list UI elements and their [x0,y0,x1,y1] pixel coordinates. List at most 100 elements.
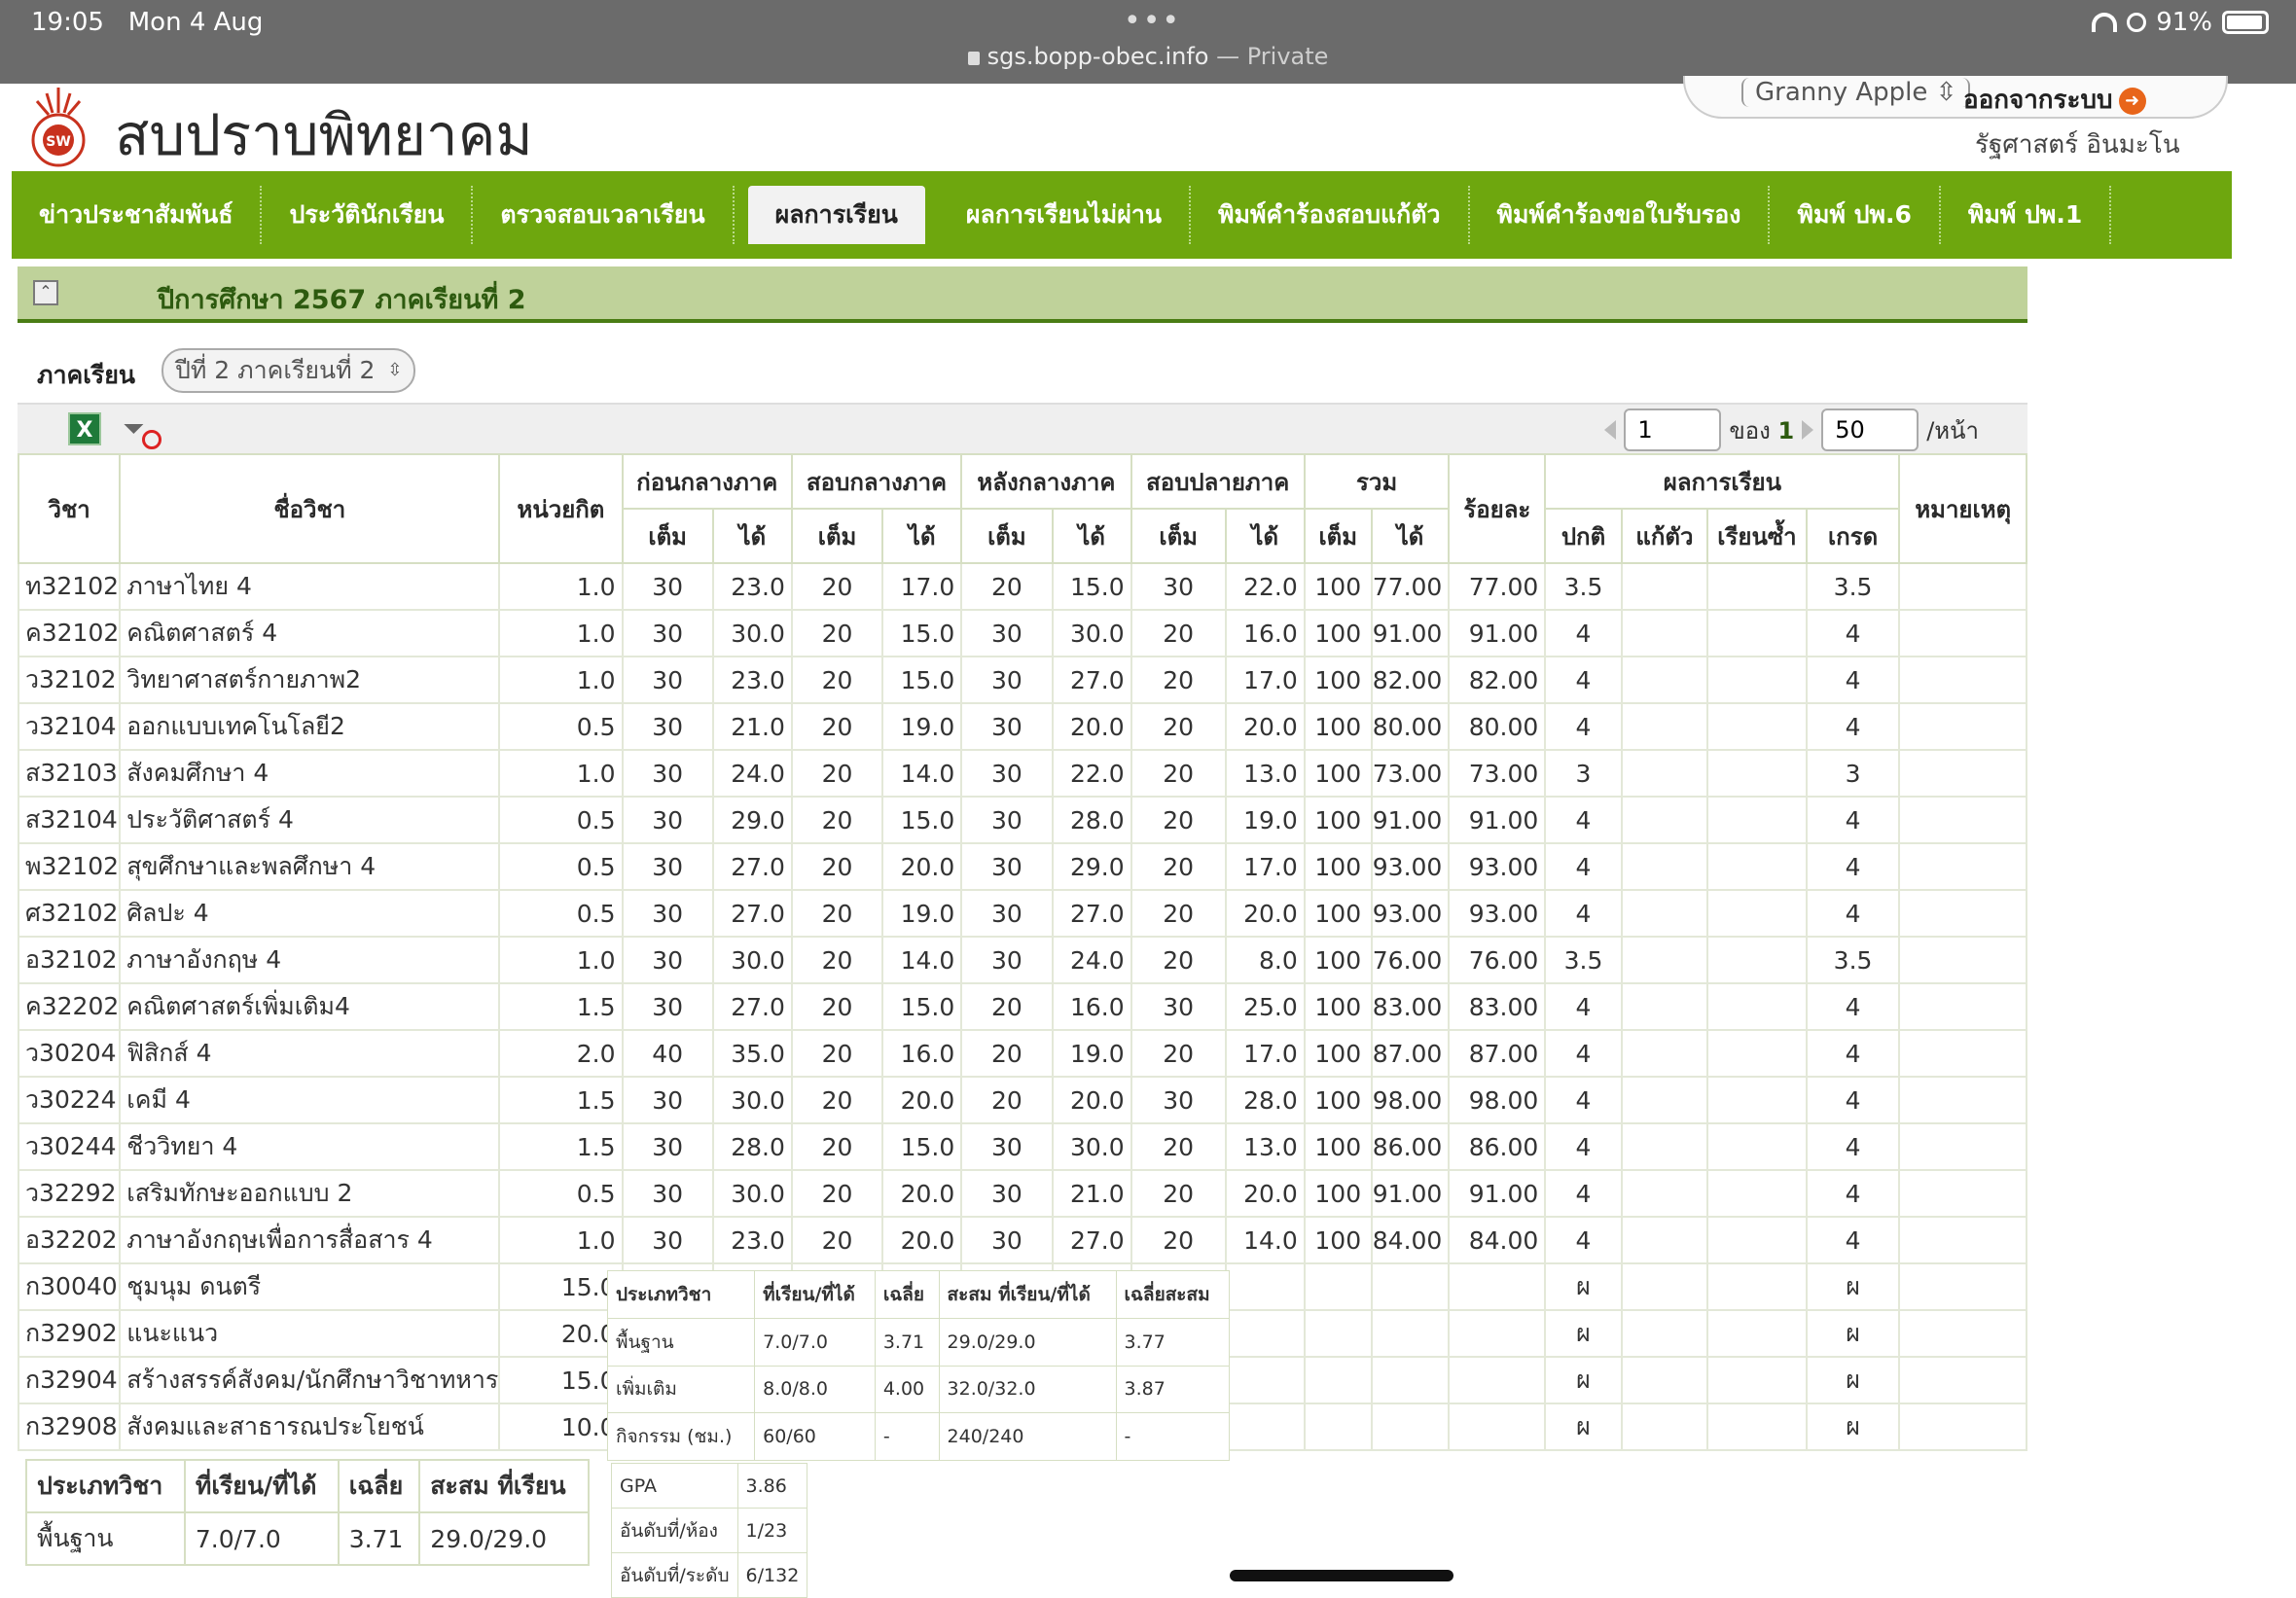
cell-final-got: 16.0 [1224,609,1306,657]
cell-remedial [1620,1122,1709,1171]
cell-post-full: 30 [960,749,1054,798]
col-name[interactable]: ชื่อวิชา [119,453,501,564]
table-row[interactable]: ท32102 ภาษาไทย 4 1.0 30 23.0 20 17.0 20 15.0 30 22… [17,562,2027,611]
nav-print-pp1[interactable]: พิมพ์ ปพ.1 [1941,186,2112,244]
cell-remedial [1620,1309,1709,1358]
summary-cell: กิจกรรม (ชม.) [606,1412,756,1461]
col-got: ได้ [1370,508,1451,564]
theme-select[interactable]: Granny Apple ⇳ [1741,78,1971,107]
panel-header: ⌃ ปีการศึกษา 2567 ภาคเรียนที่ 2 [18,266,2027,323]
summary-header: ประเภทวิชา [606,1270,756,1319]
home-indicator[interactable] [1230,1570,1453,1581]
term-select[interactable]: ปีที่ 2 ภาคเรียนที่ 2 ⇳ [161,348,416,393]
col-code[interactable]: วิชา [17,453,122,564]
cell-pre-got: 23.0 [711,562,793,611]
cell-mid-got: 20.0 [881,1169,963,1218]
page-input[interactable] [1624,408,1722,451]
cell-note [1898,1169,2027,1218]
cell-credit: 1.5 [498,1076,624,1124]
prev-page-icon[interactable] [1604,420,1617,440]
cell-code: ก32904 [17,1356,122,1404]
cell-total-got [1370,1403,1451,1451]
cell-pre-full: 30 [621,609,714,657]
nav-attendance[interactable]: ตรวจสอบเวลาเรียน [473,186,735,244]
cell-remedial [1620,1216,1709,1264]
cell-total-full [1303,1403,1373,1451]
summary-cell: 32.0/32.0 [938,1365,1117,1414]
cell-grade: 4 [1805,842,1901,891]
table-row[interactable]: อ32102 ภาษาอังกฤษ 4 1.0 30 30.0 20 14.0 30 24.0 2… [17,936,2027,984]
nav-print-certificate[interactable]: พิมพ์คำร้องขอใบรับรอง [1470,186,1771,244]
cell-mid-full: 20 [790,609,884,657]
cell-subject-name: ศิลปะ 4 [119,889,501,938]
col-percent[interactable]: ร้อยละ [1448,453,1547,564]
cell-percent [1448,1403,1547,1451]
status-icons: 91% [2092,8,2269,37]
logout-button[interactable]: ออกจากระบบ ➜ [1963,80,2146,120]
cell-grade: ผ [1805,1262,1901,1311]
col-got: ได้ [711,508,793,564]
excel-export-icon[interactable]: X [68,412,101,445]
cell-subject-name: ชีววิทยา 4 [119,1122,501,1171]
col-credit[interactable]: หน่วยกิต [498,453,624,564]
cell-mid-full: 20 [790,562,884,611]
clear-filter-icon[interactable]: ⏷ [123,412,161,449]
cell-mid-got: 16.0 [881,1029,963,1078]
more-dots-icon[interactable]: ••• [1124,4,1181,38]
cell-final-full: 20 [1130,936,1227,984]
table-row[interactable]: ค32102 คณิตศาสตร์ 4 1.0 30 30.0 20 15.0 30 30.0 2… [17,609,2027,657]
table-row[interactable]: ว30224 เคมี 4 1.5 30 30.0 20 20.0 20 20.0 30 28.0 1… [17,1076,2027,1124]
table-row[interactable]: ว30244 ชีววิทยา 4 1.5 30 28.0 20 15.0 30 30.0 20 1… [17,1122,2027,1171]
table-row[interactable]: ว32104 ออกแบบเทคโนโลยี2 0.5 30 21.0 20 19.0 30 2… [17,702,2027,751]
cell-final-full: 20 [1130,1029,1227,1078]
cell-repeat [1706,702,1808,751]
cell-credit: 1.0 [498,656,624,704]
cell-post-full: 30 [960,1122,1054,1171]
nav-failed-grades[interactable]: ผลการเรียนไม่ผ่าน [939,186,1191,244]
cell-code: ศ32102 [17,889,122,938]
cell-post-full: 30 [960,656,1054,704]
cell-repeat [1706,1076,1808,1124]
cell-normal: 4 [1544,1122,1623,1171]
cell-remedial [1620,842,1709,891]
cell-final-got: 17.0 [1224,842,1306,891]
next-page-icon[interactable] [1802,420,1814,440]
table-row[interactable]: ว32292 เสริมทักษะออกแบบ 2 0.5 30 30.0 20 20.0 3… [17,1169,2027,1218]
cell-percent: 91.00 [1448,1169,1547,1218]
summary-header: สะสม ที่เรียน [418,1459,590,1513]
cell-percent: 86.00 [1448,1122,1547,1171]
cell-post-got: 28.0 [1051,796,1132,844]
nav-grades[interactable]: ผลการเรียน [747,186,925,244]
table-row[interactable]: พ32102 สุขศึกษาและพลศึกษา 4 0.5 30 27.0 20 20.… [17,842,2027,891]
cell-total-full: 100 [1303,796,1373,844]
cell-final-full: 30 [1130,1076,1227,1124]
cell-subject-name: สังคมและสาธารณประโยชน์ [119,1403,501,1451]
cell-grade: ผ [1805,1309,1901,1358]
table-row[interactable]: ว30204 ฟิสิกส์ 4 2.0 40 35.0 20 16.0 20 19.0 20 17… [17,1029,2027,1078]
cell-percent: 93.00 [1448,842,1547,891]
cell-note [1898,1122,2027,1171]
table-row[interactable]: อ32202 ภาษาอังกฤษเพื่อการสื่อสาร 4 1.0 30 23… [17,1216,2027,1264]
main-nav: ข่าวประชาสัมพันธ์ ประวัตินักเรียน ตรวจสอ… [12,171,2232,259]
cell-percent: 76.00 [1448,936,1547,984]
col-note[interactable]: หมายเหตุ [1898,453,2027,564]
table-row[interactable]: ว32102 วิทยาศาสตร์กายภาพ2 1.0 30 23.0 20 15.0 3… [17,656,2027,704]
table-row[interactable]: ส32104 ประวัติศาสตร์ 4 0.5 30 29.0 20 15.0 30 28… [17,796,2027,844]
cell-credit: 0.5 [498,702,624,751]
table-row[interactable]: ส32103 สังคมศึกษา 4 1.0 30 24.0 20 14.0 30 22.0 2… [17,749,2027,798]
cell-final-got: 19.0 [1224,796,1306,844]
cell-subject-name: สังคมศึกษา 4 [119,749,501,798]
cell-final-got [1224,1262,1306,1311]
nav-print-pp6[interactable]: พิมพ์ ปพ.6 [1770,186,1941,244]
per-page-input[interactable] [1821,408,1919,451]
nav-news[interactable]: ข่าวประชาสัมพันธ์ [12,186,263,244]
cell-code: ว32104 [17,702,122,751]
table-row[interactable]: ค32202 คณิตศาสตร์เพิ่มเติม4 1.5 30 27.0 20 15.… [17,982,2027,1031]
cell-repeat [1706,1169,1808,1218]
cell-repeat [1706,609,1808,657]
collapse-icon[interactable]: ⌃ [33,280,58,305]
table-row[interactable]: ศ32102 ศิลปะ 4 0.5 30 27.0 20 19.0 30 27.0 20 20.0… [17,889,2027,938]
nav-student-history[interactable]: ประวัตินักเรียน [262,186,474,244]
address-bar[interactable]: sgs.bopp-obec.info — Private [0,43,2296,70]
nav-print-retest[interactable]: พิมพ์คำร้องสอบแก้ตัว [1191,186,1470,244]
